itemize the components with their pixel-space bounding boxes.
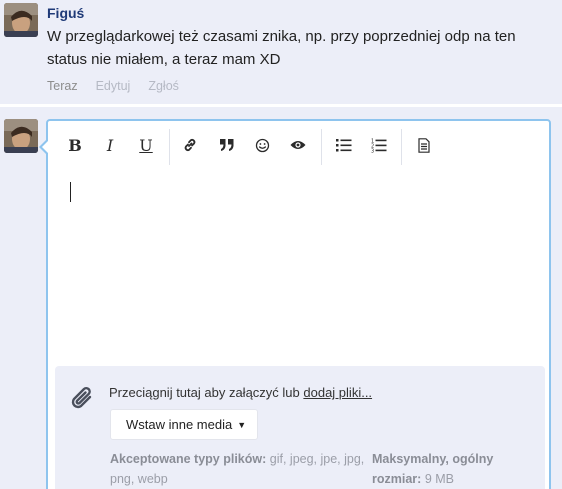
avatar-image bbox=[4, 119, 38, 153]
bullet-list-icon[interactable] bbox=[332, 134, 356, 156]
quote-icon[interactable] bbox=[215, 134, 239, 156]
drop-instructions: Przeciągnij tutaj aby załączyć lub bbox=[109, 385, 300, 400]
text-cursor bbox=[70, 182, 71, 202]
toolbar-separator bbox=[401, 129, 402, 165]
toolbar-separator bbox=[169, 129, 170, 165]
insert-media-button[interactable]: Wstaw inne media ▼ bbox=[110, 409, 258, 440]
link-icon[interactable] bbox=[178, 134, 202, 156]
paperclip-icon bbox=[70, 383, 96, 418]
numbered-list-icon[interactable]: 123 bbox=[367, 134, 391, 156]
avatar bbox=[4, 119, 38, 153]
document-icon[interactable] bbox=[412, 134, 436, 156]
italic-icon[interactable]: I bbox=[98, 134, 122, 156]
avatar-image bbox=[4, 3, 38, 37]
toolbar-separator bbox=[321, 129, 322, 165]
accepted-label: Akceptowane typy plików: bbox=[110, 452, 267, 466]
comment-time[interactable]: Teraz bbox=[47, 79, 78, 93]
attachment-dropzone[interactable]: Przeciągnij tutaj aby załączyć lub dodaj… bbox=[55, 366, 545, 489]
accepted-file-types: Akceptowane typy plików: gif, jpeg, jpe,… bbox=[110, 449, 365, 489]
smiley-icon[interactable] bbox=[250, 134, 274, 156]
bold-icon[interactable]: B bbox=[63, 134, 87, 156]
comment: Figuś W przeglądarkowej też czasami znik… bbox=[0, 0, 562, 103]
edit-link[interactable]: Edytuj bbox=[96, 79, 131, 93]
reply-area: B I U 123 Przeciągnij tutaj aby załączyć… bbox=[0, 107, 562, 489]
drop-text: Przeciągnij tutaj aby załączyć lub dodaj… bbox=[109, 385, 372, 400]
editor-toolbar: B I U 123 bbox=[48, 121, 549, 167]
comment-text: W przeglądarkowej też czasami znika, np.… bbox=[47, 28, 516, 68]
svg-text:3: 3 bbox=[371, 148, 374, 153]
avatar[interactable] bbox=[4, 3, 38, 37]
max-size: Maksymalny, ogólny rozmiar: 9 MB bbox=[372, 449, 532, 489]
max-size-value: 9 MB bbox=[424, 472, 454, 486]
comment-author[interactable]: Figuś bbox=[47, 5, 84, 21]
caret-down-icon: ▼ bbox=[237, 419, 247, 430]
report-link[interactable]: Zgłoś bbox=[148, 79, 179, 93]
underline-icon[interactable]: U bbox=[134, 134, 158, 156]
insert-media-label: Wstaw inne media bbox=[126, 417, 233, 432]
reply-editor[interactable]: B I U 123 Przeciągnij tutaj aby załączyć… bbox=[39, 119, 551, 489]
comment-actions: Teraz Edytuj Zgłoś bbox=[47, 79, 179, 93]
eye-icon[interactable] bbox=[286, 134, 310, 156]
add-files-link[interactable]: dodaj pliki... bbox=[303, 385, 372, 400]
